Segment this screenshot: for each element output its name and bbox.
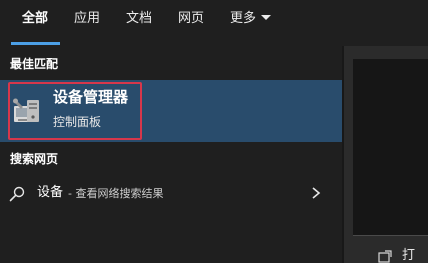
web-search-result[interactable]: 设备 - 查看网络搜索结果 <box>0 178 342 208</box>
best-match-heading: 最佳匹配 <box>10 57 59 71</box>
web-search-description: - 查看网络搜索结果 <box>68 187 164 200</box>
chevron-down-icon <box>261 15 272 20</box>
active-tab-indicator <box>11 42 60 45</box>
tab-more-label: 更多 <box>230 11 257 26</box>
open-icon <box>378 250 392 263</box>
tab-all[interactable]: 全部 <box>22 11 48 27</box>
preview-action-label[interactable]: 打 <box>402 248 415 263</box>
app-subtitle: 控制面板 <box>53 115 102 129</box>
web-search-heading: 搜索网页 <box>10 152 59 166</box>
chevron-right-icon[interactable] <box>310 186 322 200</box>
app-name: 设备管理器 <box>53 88 129 106</box>
search-icon <box>9 186 25 202</box>
tab-documents[interactable]: 文档 <box>126 11 152 27</box>
preview-separator <box>353 235 428 236</box>
preview-card <box>353 59 428 235</box>
device-manager-icon <box>13 98 39 122</box>
web-search-keyword: 设备 <box>37 185 64 200</box>
search-tabs: 全部 应用 文档 网页 更多 <box>0 0 342 46</box>
tab-more[interactable]: 更多 <box>230 11 272 27</box>
tab-web[interactable]: 网页 <box>178 11 204 27</box>
tab-apps[interactable]: 应用 <box>74 11 100 27</box>
